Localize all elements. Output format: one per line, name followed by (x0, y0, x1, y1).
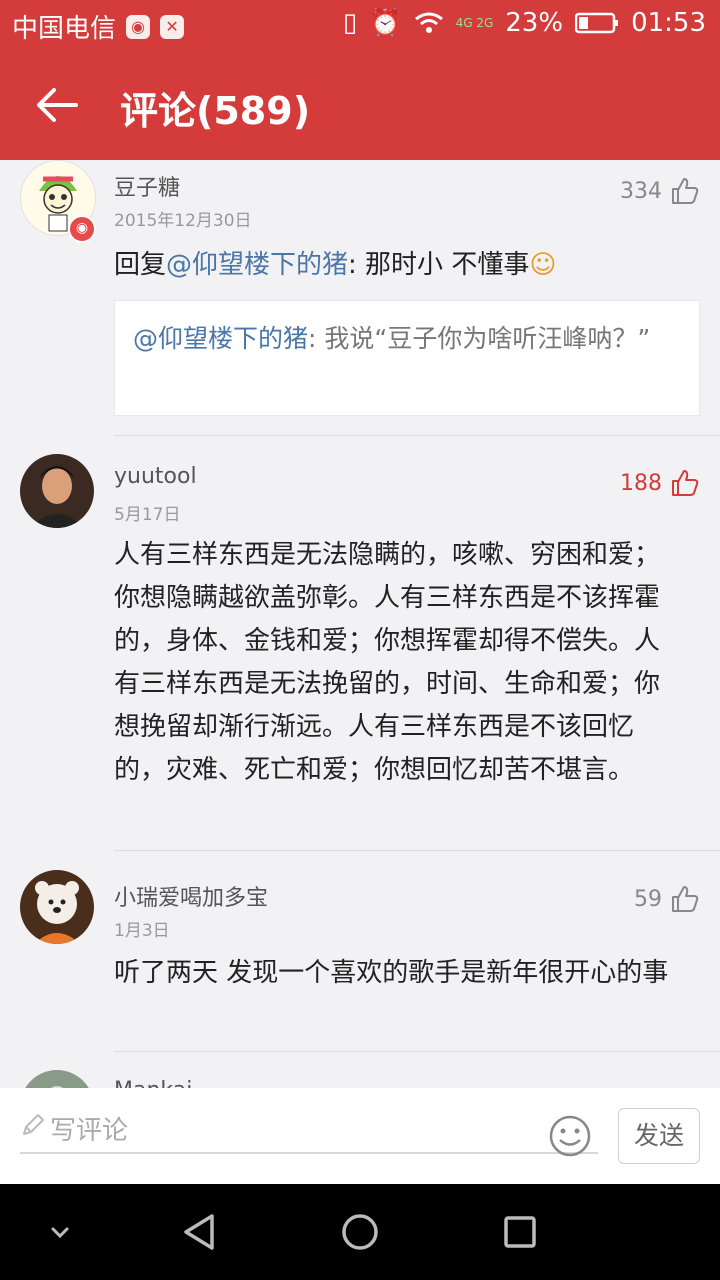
mention-link[interactable]: @仰望楼下的猪 (166, 250, 348, 280)
status-bar: 中国电信 ◉ ✕ ▯ ⏰ 4G 2G 23% 01:53 (0, 0, 720, 50)
user-badge-icon: ◉ (68, 215, 96, 243)
nav-recents-icon[interactable] (490, 1202, 550, 1262)
avatar[interactable] (20, 454, 94, 528)
wifi-icon (414, 12, 443, 33)
comment-date: 5月17日 (114, 505, 181, 525)
like-count: 59 (634, 886, 662, 912)
comment-text: 回复@仰望楼下的猪: 那时小 不懂事☺ (114, 250, 557, 280)
comment-input-bar: 写评论 发送 (0, 1088, 720, 1184)
like-count: 188 (620, 470, 662, 496)
nav-home-icon[interactable] (330, 1202, 390, 1262)
nav-back-icon[interactable] (170, 1202, 230, 1262)
comment-text: 听了两天 发现一个喜欢的歌手是新年很开心的事 (114, 958, 669, 988)
username[interactable]: yuutool (114, 464, 197, 489)
comment-placeholder: 写评论 (50, 1116, 129, 1146)
divider (114, 850, 720, 851)
pencil-icon (23, 1114, 44, 1135)
nav-collapse-icon[interactable] (30, 1202, 90, 1262)
quote-mention-link[interactable]: @仰望楼下的猪 (133, 324, 308, 353)
thumbs-up-icon (672, 470, 699, 496)
emoji: ☺ (529, 250, 557, 280)
like-count: 334 (620, 178, 662, 204)
battery-icon (575, 12, 619, 34)
app-bar: 评论(589) (0, 50, 720, 160)
username[interactable]: 小瑞爱喝加多宝 (114, 880, 268, 912)
app-notification-icon: ✕ (160, 14, 185, 39)
quoted-comment[interactable]: @仰望楼下的猪: 我说“豆子你为啥听汪峰呐？” (114, 300, 700, 416)
netease-music-notification-icon: ◉ (126, 14, 151, 39)
comment-list[interactable]: ◉ 豆子糖 2015年12月30日 334 回复@仰望楼下的猪: 那时小 不懂事… (0, 160, 720, 1088)
quote-text: : 我说“豆子你为啥听汪峰呐？” (308, 324, 651, 353)
username[interactable]: Mankai (114, 1078, 192, 1088)
comment-text: 人有三样东西是无法隐瞒的，咳嗽、穷困和爱；你想隐瞒越欲盖弥彰。人有三样东西是不该… (114, 540, 661, 785)
avatar[interactable] (20, 1070, 94, 1088)
smiley-icon[interactable] (548, 1114, 592, 1158)
divider (114, 435, 720, 436)
thumbs-up-icon (672, 178, 699, 204)
alarm-icon: ⏰ (369, 8, 402, 38)
comment-input[interactable]: 写评论 (20, 1106, 598, 1154)
back-arrow-icon[interactable] (32, 80, 82, 130)
battery-percent: 23% (505, 8, 564, 38)
comment-date: 2015年12月30日 (114, 211, 252, 231)
send-button[interactable]: 发送 (618, 1108, 700, 1164)
like-button[interactable]: 188 (620, 468, 700, 498)
page-title: 评论(589) (120, 89, 311, 133)
carrier-label: 中国电信 (12, 14, 117, 44)
like-button[interactable]: 59 (634, 884, 700, 914)
system-nav-bar (0, 1184, 720, 1280)
reply-prefix: 回复 (114, 250, 167, 280)
thumbs-up-icon (672, 886, 699, 912)
clock: 01:53 (631, 8, 706, 38)
vibrate-icon: ▯ (342, 8, 358, 38)
comment-date: 1月3日 (114, 921, 170, 941)
signal-icon: 4G 2G (455, 16, 494, 30)
avatar[interactable] (20, 870, 94, 944)
divider (114, 1051, 720, 1052)
username[interactable]: 豆子糖 (114, 170, 180, 202)
like-button[interactable]: 334 (620, 176, 700, 206)
